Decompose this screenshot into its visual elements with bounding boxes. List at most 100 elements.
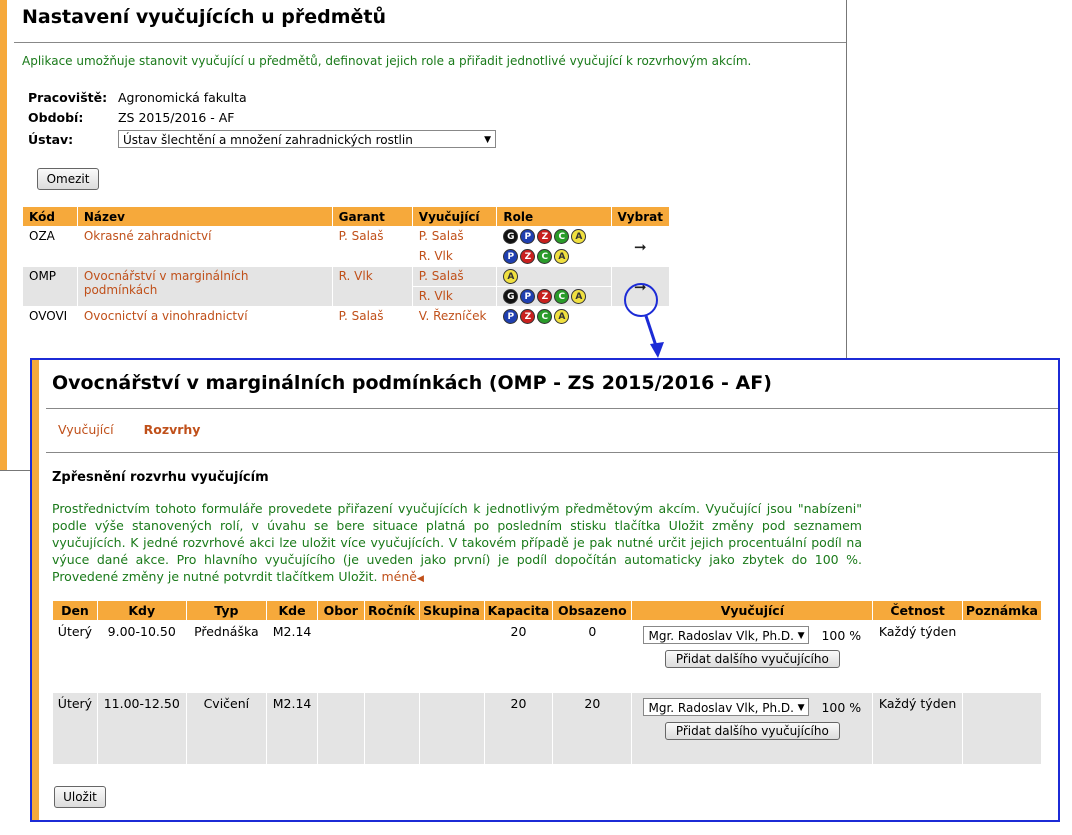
col-kod: Kód bbox=[22, 206, 78, 227]
col-vybrat: Vybrat bbox=[610, 206, 670, 227]
obdobi-value: ZS 2015/2016 - AF bbox=[117, 110, 235, 125]
cell-den: Úterý bbox=[52, 620, 98, 693]
table-row: OVOVI Ovocnictví a vinohradnictví P. Sal… bbox=[22, 306, 670, 327]
cell-typ: Cvičení bbox=[185, 692, 268, 765]
teacher-select[interactable]: Mgr. Radoslav Vlk, Ph.D. ▼ bbox=[643, 626, 810, 644]
cell-typ: Přednáška bbox=[185, 620, 268, 693]
teacher-select[interactable]: Mgr. Radoslav Vlk, Ph.D. ▼ bbox=[643, 698, 810, 716]
add-teacher-button[interactable]: Přidat dalšího vyučujícího bbox=[664, 650, 840, 668]
ustav-row: Ústav: Ústav šlechtění a množení zahradn… bbox=[28, 130, 496, 148]
garant-link[interactable]: P. Salaš bbox=[331, 226, 413, 267]
teacher-select-value: Mgr. Radoslav Vlk, Ph.D. bbox=[648, 629, 794, 643]
add-teacher-button[interactable]: Přidat dalšího vyučujícího bbox=[664, 722, 840, 740]
course-name-link[interactable]: Ovocnictví a vinohradnictví bbox=[76, 306, 333, 327]
cell-vyucujici: Mgr. Radoslav Vlk, Ph.D. ▼ 100 % Přidat … bbox=[631, 692, 874, 765]
connector-arrow-icon bbox=[644, 315, 664, 358]
cell-obsazeno: 0 bbox=[552, 620, 633, 693]
tab-vyucujici[interactable]: Vyučující bbox=[58, 422, 114, 437]
filter-button[interactable]: Omezit bbox=[37, 168, 99, 190]
pracoviste-label: Pracoviště: bbox=[28, 90, 108, 105]
role-a-icon: A bbox=[554, 309, 570, 324]
role-p-icon: P bbox=[503, 309, 519, 324]
tab-rozvrhy[interactable]: Rozvrhy bbox=[144, 422, 201, 437]
col-kapacita: Kapacita bbox=[483, 600, 554, 621]
course-name-link[interactable]: Ovocnářství v marginálních podmínkách bbox=[76, 266, 333, 307]
less-link[interactable]: méně bbox=[381, 569, 416, 584]
add-teacher-wrap: Přidat dalšího vyučujícího bbox=[636, 650, 868, 668]
col-den: Den bbox=[52, 600, 98, 621]
col-vyucujici: Vyučující bbox=[631, 600, 874, 621]
col-obsazeno: Obsazeno bbox=[552, 600, 633, 621]
collapse-left-icon[interactable]: ◀ bbox=[417, 574, 424, 584]
role-badges: GPZCA bbox=[496, 226, 612, 247]
obdobi-label: Období: bbox=[28, 110, 84, 125]
role-c-icon: C bbox=[537, 309, 553, 324]
cell-cetnost: Každý týden bbox=[872, 620, 963, 693]
role-p-icon: P bbox=[520, 229, 536, 244]
role-g-icon: G bbox=[503, 229, 519, 244]
cell-kapacita: 20 bbox=[483, 620, 554, 693]
ustav-select[interactable]: Ústav šlechtění a množení zahradnických … bbox=[117, 130, 496, 148]
role-g-icon: G bbox=[503, 289, 519, 304]
chevron-down-icon: ▼ bbox=[484, 135, 491, 145]
course-code: OMP bbox=[22, 266, 78, 307]
col-nazev: Název bbox=[76, 206, 333, 227]
role-badges: PZCA bbox=[496, 306, 612, 327]
schedule-table: Den Kdy Typ Kde Obor Ročník Skupina Kapa… bbox=[52, 600, 1043, 765]
accent-stripe bbox=[0, 0, 7, 470]
cell-kde: M2.14 bbox=[266, 620, 318, 693]
cell-kde: M2.14 bbox=[266, 692, 318, 765]
page-title: Nastavení vyučujících u předmětů bbox=[22, 6, 387, 28]
role-a-icon: A bbox=[503, 269, 519, 284]
chevron-down-icon: ▼ bbox=[797, 631, 805, 641]
col-cetnost: Četnost bbox=[872, 600, 963, 621]
course-name-link[interactable]: Okrasné zahradnictví bbox=[76, 226, 333, 267]
table-row: OZA Okrasné zahradnictví P. Salaš P. Sal… bbox=[22, 226, 670, 267]
add-teacher-wrap: Přidat dalšího vyučujícího bbox=[636, 722, 868, 740]
save-button[interactable]: Uložit bbox=[54, 786, 106, 808]
role-p-icon: P bbox=[520, 289, 536, 304]
divider bbox=[46, 452, 1058, 453]
role-badges: PZCA bbox=[496, 246, 612, 267]
cell-poznamka bbox=[961, 620, 1043, 693]
teacher-select-value: Mgr. Radoslav Vlk, Ph.D. bbox=[648, 701, 794, 715]
cell-obor bbox=[316, 620, 365, 693]
cell-skupina bbox=[418, 620, 485, 693]
select-cell: ➞ bbox=[610, 226, 670, 267]
accent-stripe bbox=[32, 360, 39, 820]
cell-den: Úterý bbox=[52, 692, 98, 765]
table-header-row: Kód Název Garant Vyučující Role Vybrat bbox=[22, 206, 670, 227]
col-skupina: Skupina bbox=[418, 600, 485, 621]
garant-link[interactable]: P. Salaš bbox=[331, 306, 413, 327]
teacher-link[interactable]: R. Vlk bbox=[411, 246, 498, 267]
course-code: OZA bbox=[22, 226, 78, 267]
cell-skupina bbox=[418, 692, 485, 765]
garant-link[interactable]: R. Vlk bbox=[331, 266, 413, 307]
arrow-right-icon[interactable]: ➞ bbox=[634, 238, 647, 256]
teacher-link[interactable]: V. Řezníček bbox=[411, 306, 498, 327]
col-vyucujici: Vyučující bbox=[411, 206, 498, 227]
pracoviste-value: Agronomická fakulta bbox=[117, 90, 247, 105]
course-code: OVOVI bbox=[22, 306, 78, 327]
col-kde: Kde bbox=[266, 600, 318, 621]
detail-title: Ovocnářství v marginálních podmínkách (O… bbox=[52, 372, 772, 394]
pracoviste-row: Pracoviště: Agronomická fakulta bbox=[28, 90, 247, 105]
col-garant: Garant bbox=[331, 206, 413, 227]
cell-poznamka bbox=[961, 692, 1043, 765]
cell-cetnost: Každý týden bbox=[872, 692, 963, 765]
cell-kapacita: 20 bbox=[483, 692, 554, 765]
obdobi-row: Období: ZS 2015/2016 - AF bbox=[28, 110, 235, 125]
table-row: Úterý 9.00-10.50 Přednáška M2.14 20 0 Mg… bbox=[52, 620, 1043, 693]
cell-vyucujici: Mgr. Radoslav Vlk, Ph.D. ▼ 100 % Přidat … bbox=[631, 620, 874, 693]
cell-kdy: 9.00-10.50 bbox=[96, 620, 187, 693]
teacher-link[interactable]: P. Salaš bbox=[411, 226, 498, 247]
intro-text: Aplikace umožňuje stanovit vyučující u p… bbox=[22, 54, 752, 68]
role-z-icon: Z bbox=[537, 229, 553, 244]
col-poznamka: Poznámka bbox=[961, 600, 1043, 621]
highlight-circle bbox=[624, 283, 658, 317]
teacher-link[interactable]: P. Salaš bbox=[411, 266, 498, 287]
role-p-icon: P bbox=[503, 249, 519, 264]
divider bbox=[46, 408, 1058, 409]
teacher-link[interactable]: R. Vlk bbox=[411, 286, 498, 307]
cell-obor bbox=[316, 692, 365, 765]
